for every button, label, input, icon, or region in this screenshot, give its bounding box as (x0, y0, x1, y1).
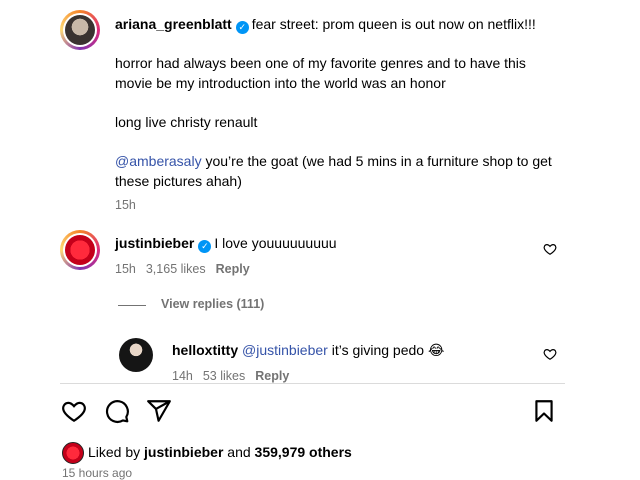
caption-block: ariana_greenblatt ✓ fear street: prom quee… (115, 14, 560, 215)
reply-avatar[interactable] (119, 338, 153, 372)
reply-time: 14h (172, 369, 193, 383)
reply-line: helloxtitty @justinbieber it’s giving pe… (172, 340, 522, 360)
view-replies-button[interactable]: View replies (111) (161, 297, 264, 311)
reply-likes[interactable]: 53 likes (203, 369, 245, 383)
divider (60, 383, 565, 384)
verified-badge-icon: ✓ (235, 21, 249, 34)
reply-mention[interactable]: @justinbieber (242, 342, 328, 358)
liked-by-line: Liked by justinbieber and 359,979 others (88, 444, 352, 460)
comment-likes[interactable]: 3,165 likes (146, 262, 206, 276)
liked-by-middle: and (223, 444, 255, 460)
caption-headline-line: ariana_greenblatt ✓ fear street: prom quee… (115, 14, 560, 34)
view-replies-line (118, 305, 146, 306)
bookmark-icon[interactable] (531, 398, 557, 424)
comment-meta: 15h 3,165 likes Reply (115, 259, 515, 279)
laughing-emoji-icon: 😂 (427, 342, 445, 358)
liked-by-user[interactable]: justinbieber (144, 444, 223, 460)
comment-block: justinbieber ✓ I love youuuuuuuuu 15h 3,165… (115, 233, 515, 279)
caption-mention[interactable]: @amberasaly (115, 153, 202, 169)
caption-headline: fear street: prom queen is out now on ne… (251, 16, 536, 32)
comment-avatar[interactable] (60, 230, 100, 270)
reply-text: it’s giving pedo (327, 342, 428, 358)
post-time: 15 hours ago (62, 466, 133, 480)
comment-line: justinbieber ✓ I love youuuuuuuuu (115, 233, 515, 253)
comment-icon[interactable] (104, 398, 130, 424)
reply-reply-button[interactable]: Reply (255, 369, 289, 383)
caption-avatar[interactable] (60, 10, 100, 50)
reply-block: helloxtitty @justinbieber it’s giving pe… (172, 340, 522, 386)
comment-text: I love youuuuuuuuu (214, 235, 337, 251)
verified-badge-icon: ✓ (198, 240, 212, 253)
caption-paragraph-1: horror had always been one of my favorit… (115, 55, 526, 91)
liked-by-avatar[interactable] (62, 442, 84, 464)
reply-username[interactable]: helloxtitty (172, 342, 238, 358)
caption-paragraph-2: long live christy renault (115, 114, 258, 130)
reply-like-heart-icon[interactable] (543, 347, 557, 361)
caption-username[interactable]: ariana_greenblatt (115, 16, 232, 32)
comment-username[interactable]: justinbieber (115, 235, 194, 251)
send-icon[interactable] (146, 398, 172, 424)
heart-icon[interactable] (61, 398, 87, 424)
comment-time: 15h (115, 262, 136, 276)
comment-like-heart-icon[interactable] (543, 242, 557, 256)
liked-by-prefix: Liked by (88, 444, 145, 460)
caption-time: 15h (115, 198, 136, 212)
caption-paragraph-3: @amberasaly you’re the goat (we had 5 mi… (115, 151, 560, 191)
comment-reply-button[interactable]: Reply (216, 262, 250, 276)
liked-by-others[interactable]: 359,979 others (255, 444, 352, 460)
